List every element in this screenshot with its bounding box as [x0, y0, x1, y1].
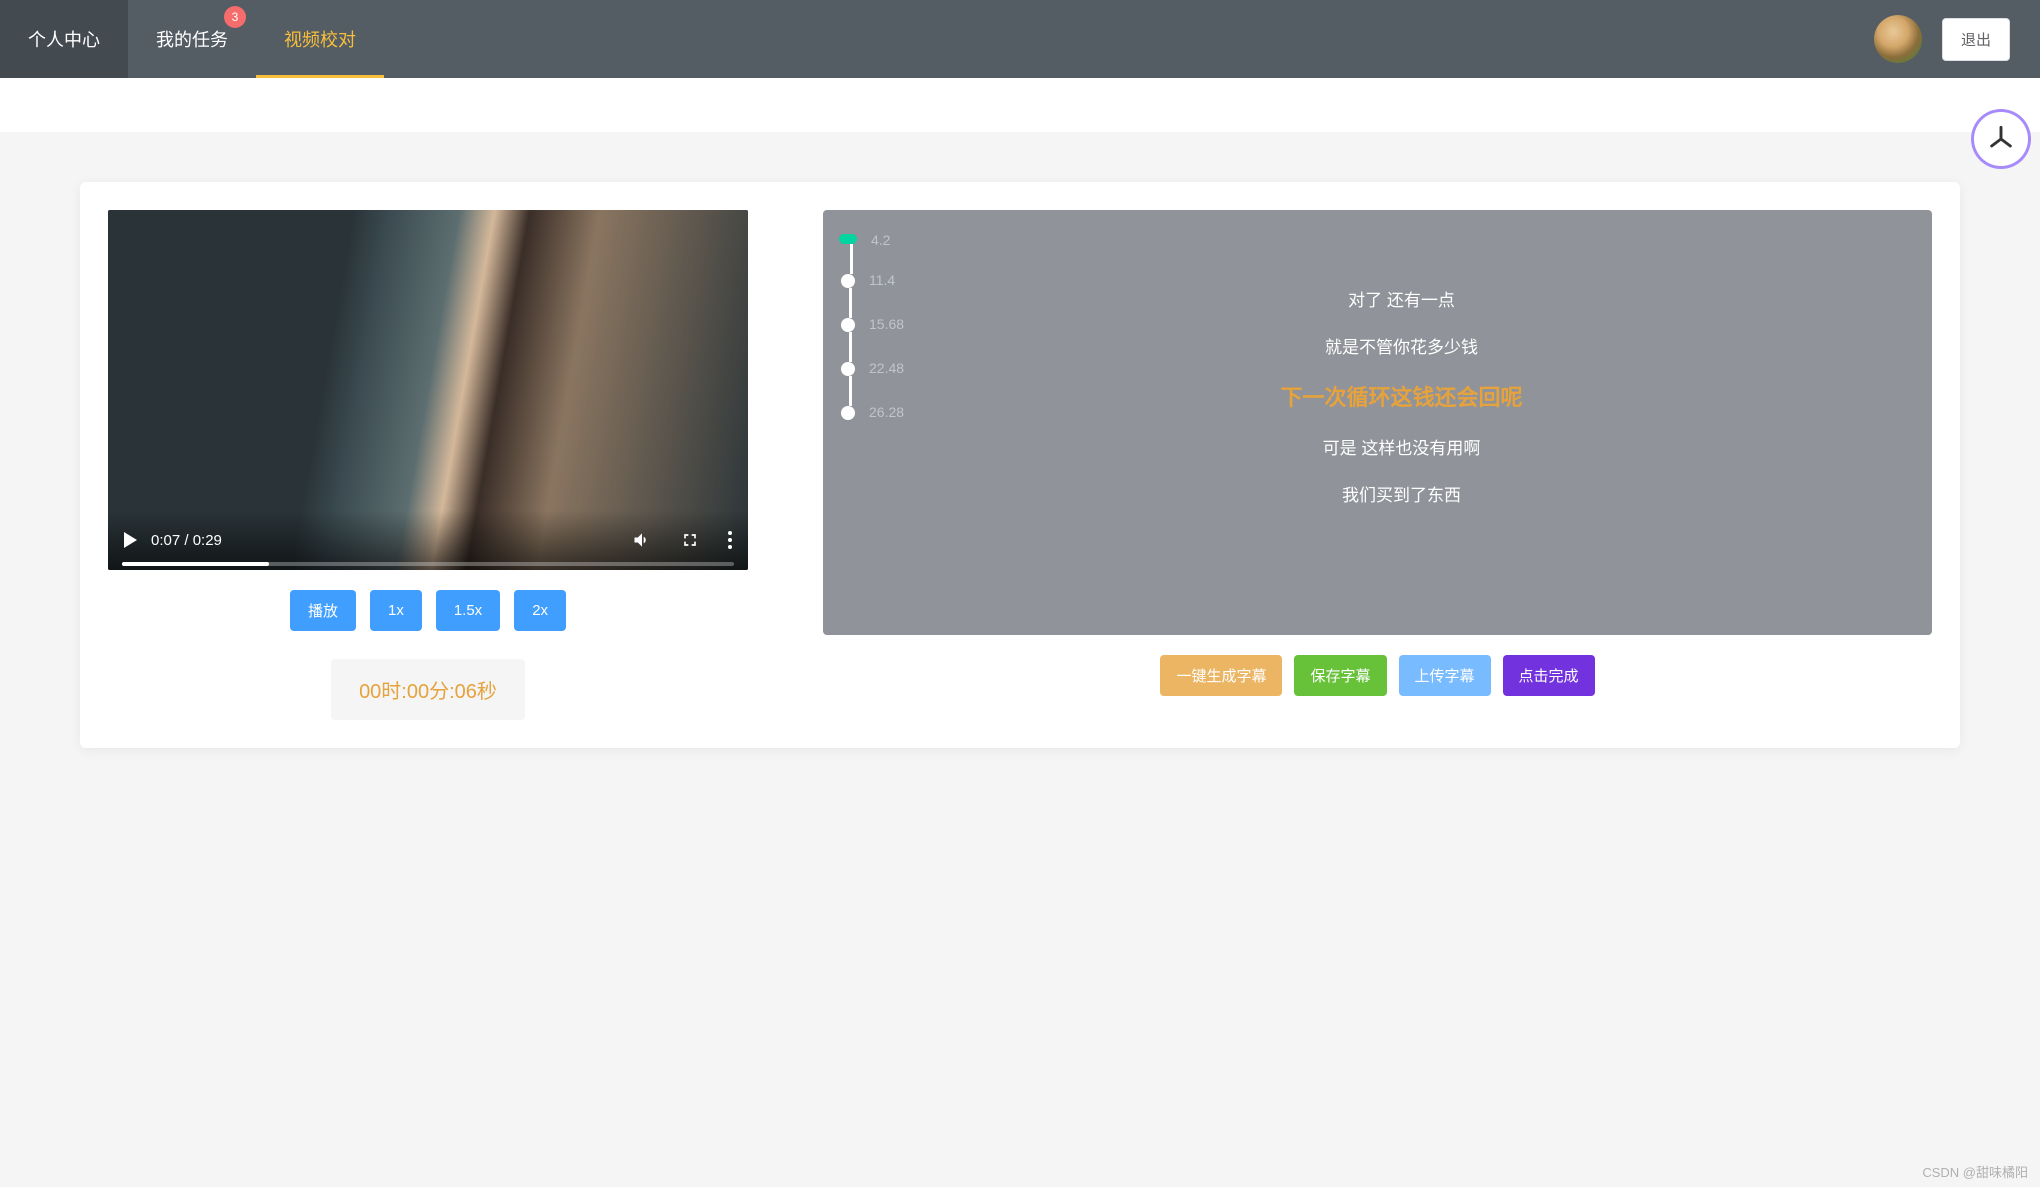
marker-line	[849, 332, 852, 362]
tab-label: 个人中心	[28, 26, 100, 52]
video-panel: 0:07 / 0:29	[108, 210, 748, 720]
speed-1.5x-button[interactable]: 1.5x	[436, 590, 500, 631]
marker-dot	[841, 362, 855, 376]
marker-dot	[841, 318, 855, 332]
logo-icon	[1987, 125, 2015, 153]
subtitle-panel: 4.2 11.4	[823, 210, 1932, 635]
tab-my-tasks[interactable]: 我的任务 3	[128, 0, 256, 78]
video-controls: 0:07 / 0:29	[108, 510, 748, 570]
task-count-badge: 3	[224, 6, 246, 28]
subtitle-line-active[interactable]: 下一次循环这钱还会回呢	[911, 380, 1892, 412]
complete-button[interactable]: 点击完成	[1503, 655, 1595, 696]
avatar[interactable]	[1874, 15, 1922, 63]
tab-video-proofread[interactable]: 视频校对	[256, 0, 384, 78]
marker-time: 26.28	[869, 404, 904, 420]
video-player[interactable]: 0:07 / 0:29	[108, 210, 748, 570]
subtitle-line[interactable]: 就是不管你花多少钱	[911, 333, 1892, 358]
marker-line	[849, 376, 852, 406]
watermark: CSDN @甜味橘阳	[1922, 1162, 2028, 1181]
marker-time: 15.68	[869, 316, 904, 332]
volume-icon[interactable]	[632, 530, 652, 550]
subtitle-panel-container: 4.2 11.4	[823, 210, 1932, 720]
timeline-marker[interactable]: 22.48	[841, 362, 911, 406]
speed-1x-button[interactable]: 1x	[370, 590, 422, 631]
video-time-display: 0:07 / 0:29	[151, 532, 222, 549]
timeline-markers: 4.2 11.4	[841, 234, 911, 506]
tab-personal-center[interactable]: 个人中心	[0, 0, 128, 78]
timer-display: 00时:00分:06秒	[331, 659, 525, 720]
progress-fill	[122, 562, 269, 566]
marker-dot	[841, 274, 855, 288]
timeline-marker[interactable]: 15.68	[841, 318, 911, 362]
subtitle-line[interactable]: 对了 还有一点	[911, 286, 1892, 311]
marker-time: 11.4	[869, 272, 895, 288]
generate-subtitle-button[interactable]: 一键生成字幕	[1160, 655, 1282, 696]
timer-text: 00时:00分:06秒	[359, 681, 497, 703]
marker-time: 22.48	[869, 360, 904, 376]
marker-dot-active	[839, 234, 857, 244]
floating-logo[interactable]	[1974, 112, 2028, 166]
timeline: 4.2 11.4	[841, 234, 1892, 506]
save-subtitle-button[interactable]: 保存字幕	[1294, 655, 1386, 696]
marker-line	[849, 288, 852, 318]
main-content: 0:07 / 0:29	[0, 132, 2040, 768]
subheader	[0, 78, 2040, 132]
subtitle-line[interactable]: 我们买到了东西	[911, 481, 1892, 506]
tab-label: 我的任务	[156, 26, 228, 52]
nav-tabs: 个人中心 我的任务 3 视频校对	[0, 0, 384, 78]
menu-icon[interactable]	[728, 531, 732, 549]
speed-2x-button[interactable]: 2x	[514, 590, 566, 631]
header: 个人中心 我的任务 3 视频校对 退出	[0, 0, 2040, 78]
play-button[interactable]: 播放	[290, 590, 356, 631]
timeline-marker[interactable]: 26.28	[841, 406, 911, 422]
editor-card: 0:07 / 0:29	[80, 182, 1960, 748]
marker-line	[850, 244, 853, 274]
speed-controls: 播放 1x 1.5x 2x	[108, 590, 748, 631]
fullscreen-icon[interactable]	[680, 530, 700, 550]
progress-bar[interactable]	[122, 562, 734, 566]
subtitle-lines: 对了 还有一点 就是不管你花多少钱 下一次循环这钱还会回呢 可是 这样也没有用啊…	[911, 234, 1892, 506]
play-icon[interactable]	[124, 532, 137, 548]
action-buttons: 一键生成字幕 保存字幕 上传字幕 点击完成	[823, 655, 1932, 696]
controls-right	[632, 530, 732, 550]
tab-label: 视频校对	[284, 26, 356, 52]
marker-dot	[841, 406, 855, 420]
logout-button[interactable]: 退出	[1942, 18, 2010, 61]
timeline-marker[interactable]: 4.2	[841, 234, 911, 274]
subtitle-line[interactable]: 可是 这样也没有用啊	[911, 434, 1892, 459]
header-right: 退出	[1874, 15, 2010, 63]
timeline-marker[interactable]: 11.4	[841, 274, 911, 318]
upload-subtitle-button[interactable]: 上传字幕	[1399, 655, 1491, 696]
marker-time: 4.2	[871, 232, 890, 248]
